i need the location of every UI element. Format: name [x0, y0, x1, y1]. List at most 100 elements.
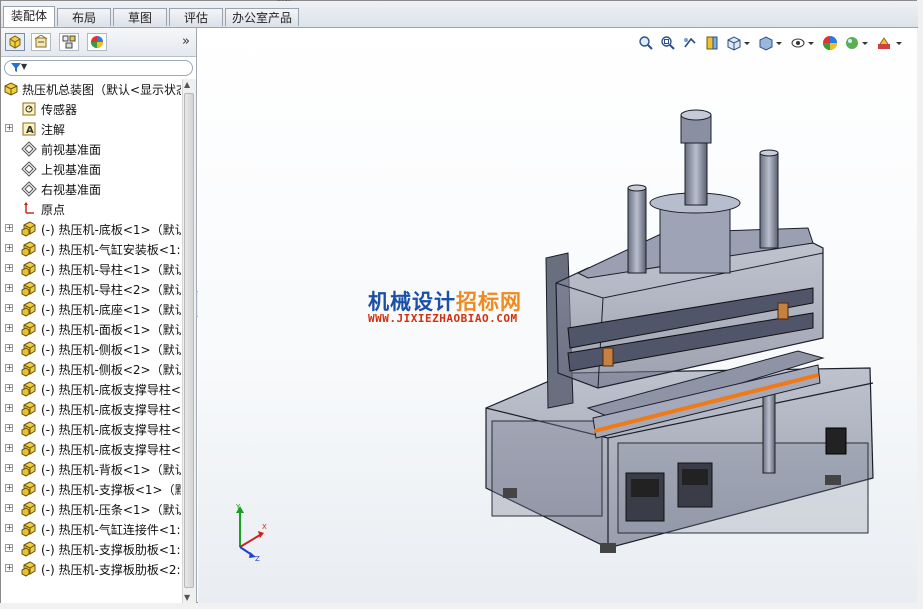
part-icon [21, 461, 37, 477]
tree-item[interactable]: 上视基准面 [1, 159, 181, 179]
expand-toggle-icon[interactable]: + [5, 424, 13, 432]
tree-item[interactable]: 传感器 [1, 99, 181, 119]
previous-view-icon[interactable] [682, 35, 698, 51]
tree-item[interactable]: 原点 [1, 199, 181, 219]
axis-z-label: Z [255, 555, 260, 563]
tree-item[interactable]: + (-) 热压机-面板<1>（默认 [1, 319, 181, 339]
tree-root-item[interactable]: 热压机总装图（默认<显示状态 [1, 79, 181, 99]
tree-filter-input[interactable]: ▼ [4, 60, 193, 76]
expand-toggle-icon[interactable]: + [5, 384, 13, 392]
solidworks-window: 部件 装配体 布局 草图 评估 办公室产品 » [0, 0, 918, 603]
display-manager-icon[interactable] [87, 33, 107, 51]
edit-appearance-icon[interactable] [822, 35, 838, 51]
tree-item-label: 热压机总装图（默认<显示状态 [22, 83, 181, 97]
tree-item-label: 上视基准面 [41, 163, 102, 177]
plane-icon [21, 181, 37, 197]
tree-item-label: (-) 热压机-支撑板肋板<1: [41, 543, 181, 557]
expand-toggle-icon[interactable]: + [5, 524, 13, 532]
tree-item-label: 注解 [41, 123, 66, 137]
view-settings-icon[interactable] [876, 35, 906, 51]
expand-panel-icon[interactable]: » [182, 34, 190, 49]
tree-item[interactable]: + (-) 热压机-底板支撑导柱< [1, 379, 181, 399]
tab-sketch[interactable]: 草图 [113, 8, 167, 26]
tree-item-label: (-) 热压机-侧板<2>（默认 [41, 363, 181, 377]
feature-tree-icon[interactable] [5, 33, 25, 51]
zoom-area-icon[interactable] [660, 35, 676, 51]
expand-toggle-icon[interactable]: + [5, 464, 13, 472]
property-manager-icon[interactable] [31, 33, 51, 51]
tree-item[interactable]: + (-) 热压机-侧板<1>（默认 [1, 339, 181, 359]
tree-item[interactable]: + (-) 热压机-导柱<2>（默认 [1, 279, 181, 299]
command-manager-tabs: 装配体 布局 草图 评估 办公室产品 [1, 1, 918, 28]
tree-item-label: (-) 热压机-支撑板肋板<2: [41, 563, 181, 577]
part-icon [21, 501, 37, 517]
tree-item[interactable]: + (-) 热压机-侧板<2>（默认 [1, 359, 181, 379]
tree-item[interactable]: + (-) 热压机-底板支撑导柱< [1, 439, 181, 459]
expand-toggle-icon[interactable]: + [5, 124, 13, 132]
expand-toggle-icon[interactable]: + [5, 504, 13, 512]
graphics-area[interactable]: 机械设计招标网 WWW.JIXIEZHAOBIAO.COM Y X Z [198, 28, 917, 603]
expand-toggle-icon[interactable]: + [5, 544, 13, 552]
tab-layout[interactable]: 布局 [57, 8, 111, 26]
view-orientation-icon[interactable] [726, 35, 752, 51]
tree-item-label: (-) 热压机-气缸连接件<1: [41, 523, 181, 537]
zoom-to-fit-icon[interactable] [638, 35, 654, 51]
expand-toggle-icon[interactable]: + [5, 284, 13, 292]
tree-item-label: (-) 热压机-底板支撑导柱< [41, 383, 181, 397]
scrollbar-thumb[interactable] [184, 93, 194, 588]
tree-item[interactable]: + (-) 热压机-气缸安装板<1: [1, 239, 181, 259]
heads-up-view-toolbar [638, 32, 913, 54]
tab-evaluate[interactable]: 评估 [169, 8, 223, 26]
tree-scrollbar[interactable]: ▲ ▼ [182, 79, 196, 603]
tree-item-label: (-) 热压机-导柱<2>（默认 [41, 283, 181, 297]
plane-icon [21, 141, 37, 157]
axis-y-label: Y [235, 503, 241, 511]
tree-item-label: (-) 热压机-支撑板<1>（默 [41, 483, 181, 497]
expand-toggle-icon[interactable]: + [5, 484, 13, 492]
expand-toggle-icon[interactable]: + [5, 304, 13, 312]
tree-item[interactable]: + (-) 热压机-导柱<1>（默认 [1, 259, 181, 279]
expand-toggle-icon[interactable]: + [5, 564, 13, 572]
tree-item[interactable]: + A 注解 [1, 119, 181, 139]
part-icon [21, 481, 37, 497]
tree-item[interactable]: + (-) 热压机-底座<1>（默认 [1, 299, 181, 319]
expand-toggle-icon[interactable]: + [5, 264, 13, 272]
tab-assembly[interactable]: 装配体 [3, 6, 55, 27]
tree-item[interactable]: 右视基准面 [1, 179, 181, 199]
section-view-icon[interactable] [704, 35, 720, 51]
tree-item[interactable]: + (-) 热压机-底板支撑导柱< [1, 399, 181, 419]
tree-item[interactable]: + (-) 热压机-底板支撑导柱< [1, 419, 181, 439]
tree-item[interactable]: + (-) 热压机-支撑板肋板<1: [1, 539, 181, 559]
tree-item[interactable]: 前视基准面 [1, 139, 181, 159]
filter-dropdown-icon[interactable]: ▼ [21, 62, 27, 71]
expand-toggle-icon[interactable]: + [5, 324, 13, 332]
expand-toggle-icon[interactable]: + [5, 244, 13, 252]
hide-show-icon[interactable] [790, 35, 816, 51]
apply-scene-icon[interactable] [844, 35, 870, 51]
tree-item-label: 传感器 [41, 103, 78, 117]
scroll-up-icon[interactable]: ▲ [184, 80, 190, 89]
tree-item-label: (-) 热压机-底座<1>（默认 [41, 303, 181, 317]
tab-office-products[interactable]: 办公室产品 [225, 8, 299, 26]
scroll-down-icon[interactable]: ▼ [184, 593, 190, 602]
expand-toggle-icon[interactable]: + [5, 444, 13, 452]
expand-toggle-icon[interactable]: + [5, 224, 13, 232]
tree-item-label: (-) 热压机-底板支撑导柱< [41, 423, 181, 437]
tree-item-label: (-) 热压机-压条<1>（默认 [41, 503, 181, 517]
tree-item[interactable]: + (-) 热压机-气缸连接件<1: [1, 519, 181, 539]
origin-icon [21, 201, 37, 217]
tree-item[interactable]: + (-) 热压机-支撑板肋板<2: [1, 559, 181, 579]
axis-x-label: X [262, 523, 267, 531]
part-icon [21, 541, 37, 557]
tree-item[interactable]: + (-) 热压机-底板<1>（默认 [1, 219, 181, 239]
tree-item[interactable]: + (-) 热压机-压条<1>（默认 [1, 499, 181, 519]
hot-press-model[interactable] [478, 103, 883, 558]
tree-item[interactable]: + (-) 热压机-背板<1>（默认 [1, 459, 181, 479]
configuration-manager-icon[interactable] [59, 33, 79, 51]
tree-item[interactable]: + (-) 热压机-支撑板<1>（默 [1, 479, 181, 499]
expand-toggle-icon[interactable]: + [5, 404, 13, 412]
display-style-icon[interactable] [758, 35, 784, 51]
expand-toggle-icon[interactable]: + [5, 364, 13, 372]
expand-toggle-icon[interactable]: + [5, 344, 13, 352]
sensor-icon [21, 101, 37, 117]
